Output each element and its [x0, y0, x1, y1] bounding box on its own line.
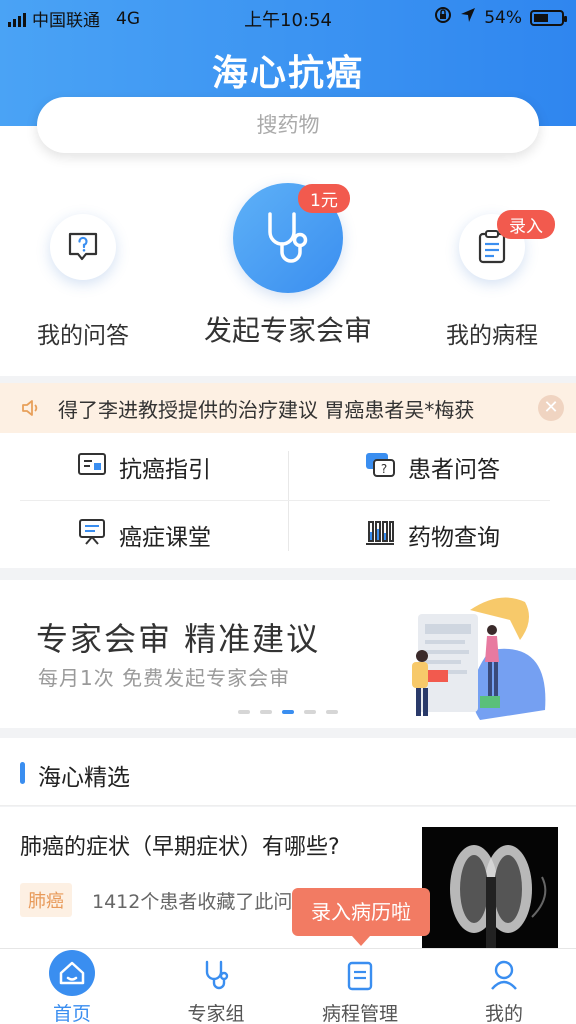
article-card[interactable]: 肺癌的症状（早期症状）有哪些? 肺癌 1412个患者收藏了此问 [0, 807, 576, 949]
svg-text:?: ? [381, 462, 387, 476]
question-chat-icon [50, 214, 116, 280]
tab-label: 专家组 [187, 1003, 245, 1024]
carousel-dot[interactable] [282, 710, 294, 714]
section-title: 海心精选 [38, 765, 130, 791]
battery-percent: 54% [484, 7, 522, 28]
tab-experts[interactable]: 专家组 [144, 949, 288, 1024]
carousel-dot[interactable] [238, 710, 250, 714]
tab-label: 首页 [52, 1003, 91, 1024]
quick-grid: 抗癌指引 ? 患者问答 癌症课堂 药物查询 [0, 433, 576, 568]
status-right: 54% [434, 6, 567, 29]
grid-item-label: 癌症课堂 [119, 524, 211, 551]
carousel-dot[interactable] [304, 710, 316, 714]
tab-profile[interactable]: 我的 [432, 949, 576, 1024]
grid-item-classroom[interactable]: 癌症课堂 [0, 501, 288, 568]
article-meta: 1412个患者收藏了此问 [92, 891, 293, 913]
price-badge: 1元 [298, 184, 350, 213]
clipboard-icon [345, 959, 375, 995]
user-icon [489, 959, 519, 995]
section-accent [20, 762, 25, 784]
grid-item-drug-search[interactable]: 药物查询 [288, 501, 576, 568]
test-tubes-icon [364, 518, 396, 552]
my-qa-button[interactable]: 我的问答 [34, 214, 132, 350]
article-title: 肺癌的症状（早期症状）有哪些? [20, 835, 340, 860]
record-tooltip[interactable]: 录入病历啦 [292, 888, 430, 946]
battery-icon [530, 9, 567, 26]
banner-illustration [412, 597, 546, 720]
banner-subtitle: 每月1次 免费发起专家会审 [38, 666, 291, 690]
app-title: 海心抗癌 [211, 53, 364, 94]
presentation-board-icon [77, 517, 107, 553]
feature-label: 我的病程 [446, 323, 538, 349]
tab-bar: 首页 专家组 病程管理 我的 [0, 948, 576, 1024]
close-icon[interactable]: ✕ [538, 395, 564, 421]
search-bar[interactable] [37, 97, 539, 153]
stethoscope-icon [200, 959, 232, 995]
grid-item-guide[interactable]: 抗癌指引 [0, 433, 288, 500]
home-icon [48, 949, 96, 996]
tab-home[interactable]: 首页 [0, 949, 144, 1024]
speaker-icon [20, 397, 42, 423]
article-thumbnail [422, 827, 558, 949]
question-chat-icon: ? [364, 450, 396, 484]
tab-label: 病程管理 [321, 1003, 398, 1024]
promo-banner[interactable]: 专家会审 精准建议 每月1次 免费发起专家会审 [0, 580, 576, 728]
search-input[interactable] [138, 113, 438, 137]
rotation-lock-icon [434, 6, 452, 29]
carousel-dot[interactable] [326, 710, 338, 714]
grid-item-label: 患者问答 [408, 456, 500, 483]
carousel-dot[interactable] [260, 710, 272, 714]
grid-item-label: 抗癌指引 [119, 456, 211, 483]
record-badge: 录入 [497, 210, 555, 239]
feature-label-main: 发起专家会审 [203, 314, 372, 347]
grid-item-label: 药物查询 [408, 524, 500, 551]
location-icon [460, 7, 476, 28]
section-header: 海心精选 [0, 738, 576, 806]
start-consultation-button[interactable]: 发起专家会审 [192, 183, 384, 349]
tab-course-management[interactable]: 病程管理 [288, 949, 432, 1024]
notice-ticker[interactable]: 得了李进教授提供的治疗建议 胃癌患者吴*梅获 ✕ [0, 383, 576, 433]
tab-label: 我的 [484, 1003, 523, 1024]
feature-label: 我的问答 [37, 323, 129, 349]
banner-title: 专家会审 精准建议 [36, 620, 321, 658]
article-tag: 肺癌 [20, 883, 72, 917]
carousel-dots[interactable] [238, 710, 338, 714]
grid-item-patient-qa[interactable]: ? 患者问答 [288, 433, 576, 500]
status-bar: 中国联通 4G 上午10:54 54% [0, 0, 576, 36]
guide-card-icon [77, 451, 107, 483]
ticker-text: 得了李进教授提供的治疗建议 胃癌患者吴*梅获 [58, 397, 475, 422]
